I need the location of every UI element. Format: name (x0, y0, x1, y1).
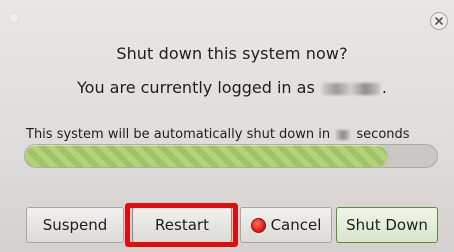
redacted-username (321, 82, 380, 95)
shutdown-progress-bar (24, 144, 438, 168)
logged-in-prefix: You are currently logged in as (77, 78, 315, 97)
redacted-seconds (336, 129, 351, 140)
close-icon (435, 17, 443, 25)
logged-in-suffix: . (381, 78, 387, 97)
close-button[interactable] (430, 12, 448, 30)
cancel-label: Cancel (270, 216, 322, 234)
shut-down-button[interactable]: Shut Down (336, 207, 438, 243)
countdown-message: This system will be automatically shut d… (26, 127, 410, 142)
countdown-suffix: seconds (356, 127, 410, 142)
cancel-icon (250, 217, 266, 233)
logged-in-message: You are currently logged in as . (0, 78, 454, 97)
progress-fill (25, 145, 388, 167)
restart-button[interactable]: Restart (132, 207, 232, 243)
dialog-title: Shut down this system now? (116, 44, 348, 63)
suspend-button[interactable]: Suspend (26, 207, 124, 243)
countdown-prefix: This system will be automatically shut d… (26, 127, 331, 142)
window-menu-dot[interactable] (10, 14, 18, 22)
cancel-button[interactable]: Cancel (240, 207, 332, 243)
shutdown-dialog: Shut down this system now? You are curre… (0, 0, 454, 252)
